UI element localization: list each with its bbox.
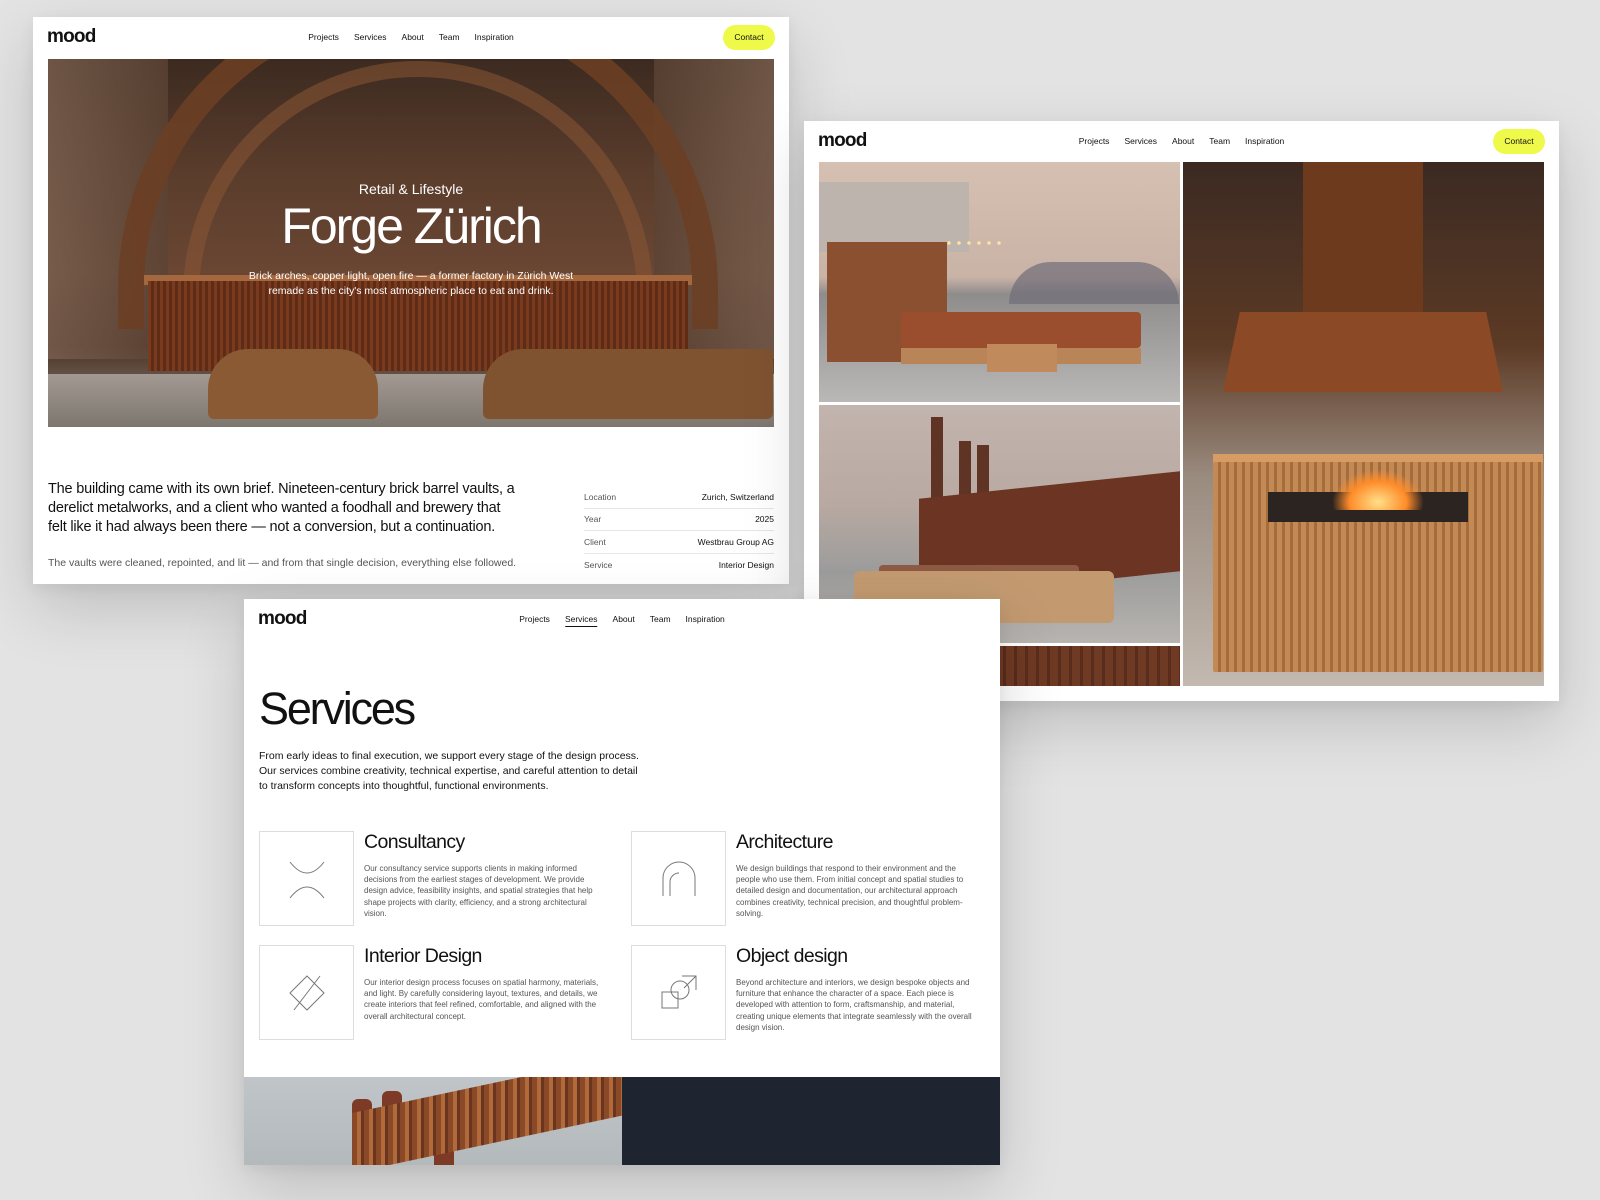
contact-button[interactable]: Contact [1493, 129, 1545, 154]
page-title: Services [259, 683, 416, 734]
nav-item-about[interactable]: About [402, 32, 424, 44]
nav-item-inspiration[interactable]: Inspiration [686, 614, 725, 627]
interior-diamond-icon [259, 945, 354, 1040]
nav-item-about[interactable]: About [613, 614, 635, 627]
string-lights [944, 240, 1004, 246]
service-description: Our consultancy service supports clients… [364, 864, 593, 918]
dark-panel [622, 1077, 1000, 1165]
services-intro: From early ideas to final execution, we … [259, 750, 639, 792]
nav-item-team[interactable]: Team [439, 32, 460, 44]
logo[interactable]: mood [258, 608, 307, 630]
hero-text: Retail & Lifestyle Forge Zürich Brick ar… [48, 181, 774, 299]
nav-item-services[interactable]: Services [354, 32, 387, 44]
project-intro: The building came with its own brief. Ni… [48, 481, 515, 535]
service-architecture[interactable]: Architecture We design buildings that re… [631, 831, 991, 927]
gallery-image-rooftop-lounge[interactable] [819, 162, 1180, 402]
project-page-card: mood Projects Services About Team Inspir… [33, 17, 789, 584]
nav-menu: Projects Services About Team Inspiration [308, 32, 514, 44]
nav-item-team[interactable]: Team [650, 614, 671, 627]
nav-item-inspiration[interactable]: Inspiration [1245, 136, 1284, 148]
fact-value: 2025 [755, 514, 774, 525]
fact-value: Interior Design [718, 559, 774, 570]
fact-location: Location Zurich, Switzerland [584, 486, 774, 509]
fact-value: Zurich, Switzerland [701, 491, 774, 502]
fact-label: Location [584, 491, 617, 502]
project-intro-sub: The vaults were cleaned, repointed, and … [48, 557, 517, 569]
fact-label: Client [584, 536, 606, 547]
nav-item-projects[interactable]: Projects [308, 32, 339, 44]
nav-item-about[interactable]: About [1172, 136, 1194, 148]
service-interior-design[interactable]: Interior Design Our interior design proc… [259, 945, 619, 1041]
logo[interactable]: mood [818, 130, 867, 152]
project-title: Forge Zürich [281, 198, 542, 254]
service-description: Our interior design process focuses on s… [364, 978, 599, 1021]
hills [1009, 262, 1179, 304]
service-name: Object design [736, 945, 848, 967]
logo[interactable]: mood [47, 26, 96, 48]
gallery-image-kitchen-fire[interactable] [1183, 162, 1544, 686]
fact-client: Client Westbrau Group AG [584, 531, 774, 554]
object-shapes-icon [631, 945, 726, 1040]
top-nav: mood Projects Services About Team Inspir… [33, 17, 789, 59]
top-nav: mood Projects Services About Team Inspir… [244, 599, 1000, 641]
fact-value: Westbrau Group AG [697, 536, 774, 547]
service-description: We design buildings that respond to thei… [736, 864, 964, 918]
nav-menu: Projects Services About Team Inspiration [1079, 136, 1285, 148]
wood-bench [208, 349, 378, 419]
service-object-design[interactable]: Object design Beyond architecture and in… [631, 945, 991, 1041]
service-description: Beyond architecture and interiors, we de… [736, 978, 972, 1032]
architecture-arch-icon [631, 831, 726, 926]
nav-menu: Projects Services About Team Inspiration [519, 614, 725, 627]
fact-year: Year 2025 [584, 509, 774, 531]
service-name: Interior Design [364, 945, 482, 967]
nav-item-projects[interactable]: Projects [519, 614, 550, 627]
nav-item-inspiration[interactable]: Inspiration [475, 32, 514, 44]
fire [1333, 470, 1423, 510]
project-description: Brick arches, copper light, open fire — … [248, 270, 574, 297]
sofa [901, 312, 1141, 348]
services-page-card: mood Projects Services About Team Inspir… [244, 599, 1000, 1165]
nav-item-team[interactable]: Team [1209, 136, 1230, 148]
service-name: Architecture [736, 831, 833, 853]
wood-bench [483, 349, 773, 419]
nav-item-services[interactable]: Services [564, 614, 598, 627]
fact-service: Service Interior Design [584, 554, 774, 577]
project-category: Retail & Lifestyle [358, 181, 464, 197]
nav-item-projects[interactable]: Projects [1079, 136, 1110, 148]
top-nav: mood Projects Services About Team Inspir… [804, 121, 1559, 163]
service-consultancy[interactable]: Consultancy Our consultancy service supp… [259, 831, 619, 927]
fact-label: Year [584, 514, 602, 525]
project-facts: Location Zurich, Switzerland Year 2025 C… [584, 486, 774, 576]
hood-flue [1303, 162, 1423, 312]
fact-label: Service [584, 559, 613, 570]
consultancy-icon [259, 831, 354, 926]
contact-button[interactable]: Contact [723, 25, 775, 50]
building-image [244, 1077, 622, 1165]
copper-hood [1223, 312, 1503, 392]
coffee-table [987, 344, 1057, 372]
nav-item-services[interactable]: Services [1124, 136, 1157, 148]
service-name: Consultancy [364, 831, 465, 853]
hero-image: Retail & Lifestyle Forge Zürich Brick ar… [48, 59, 774, 427]
